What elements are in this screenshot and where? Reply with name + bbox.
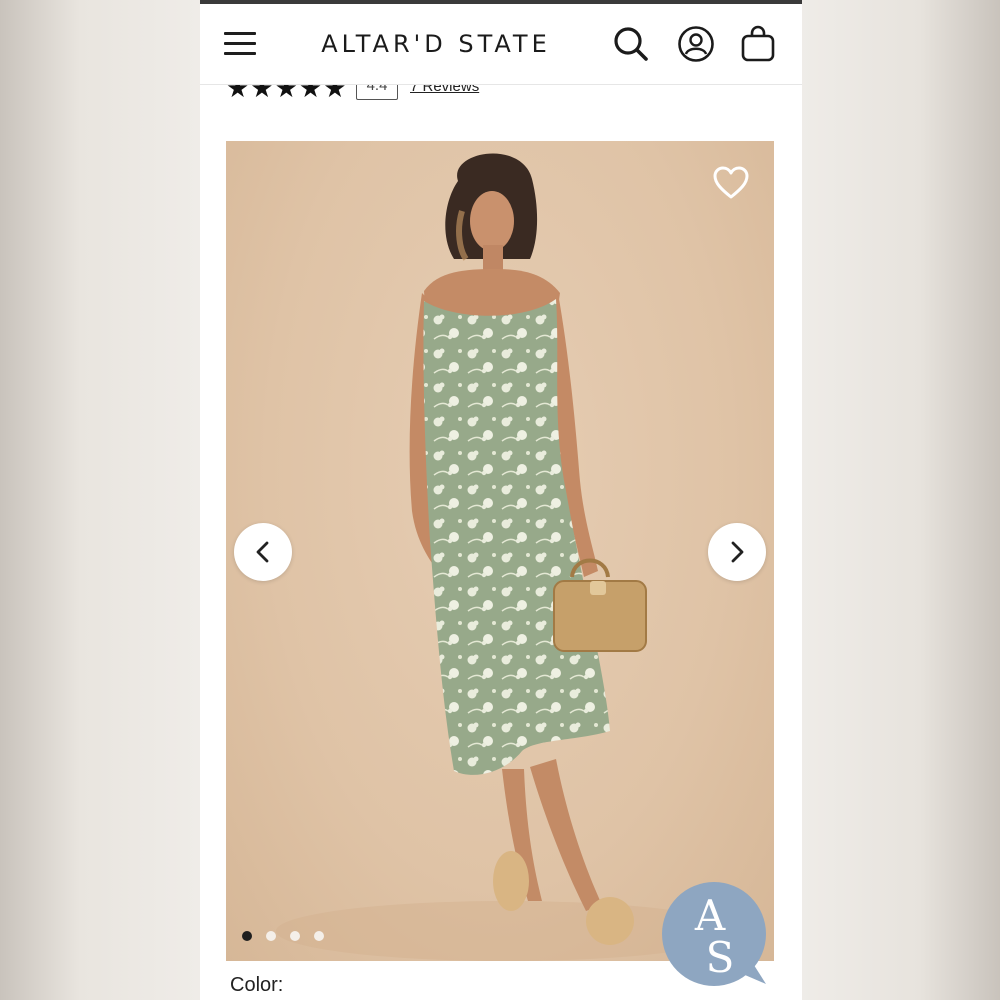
watermark-logo: A S bbox=[662, 882, 766, 986]
pagination-dot-1[interactable] bbox=[242, 931, 252, 941]
model-photo bbox=[276, 153, 736, 961]
menu-icon[interactable] bbox=[224, 32, 256, 56]
brand-logo[interactable]: ALTAR'D STATE bbox=[296, 30, 576, 58]
pagination-dot-3[interactable] bbox=[290, 931, 300, 941]
chevron-left-icon bbox=[256, 541, 269, 563]
next-image-button[interactable] bbox=[708, 523, 766, 581]
shopping-bag-icon[interactable] bbox=[738, 24, 778, 64]
mobile-page: ALTAR'D STATE ★★★★★ 4.4 7 Reviews Color: bbox=[200, 0, 802, 1000]
product-image[interactable] bbox=[226, 141, 774, 961]
account-icon[interactable] bbox=[676, 24, 716, 64]
pagination-dot-4[interactable] bbox=[314, 931, 324, 941]
previous-image-button[interactable] bbox=[234, 523, 292, 581]
site-header: ALTAR'D STATE bbox=[200, 4, 802, 85]
search-icon[interactable] bbox=[611, 24, 651, 64]
heart-icon[interactable] bbox=[711, 163, 751, 203]
chevron-right-icon bbox=[731, 541, 744, 563]
color-label: Color: bbox=[230, 974, 284, 996]
pagination-dot-2[interactable] bbox=[266, 931, 276, 941]
svg-text:S: S bbox=[706, 933, 735, 982]
